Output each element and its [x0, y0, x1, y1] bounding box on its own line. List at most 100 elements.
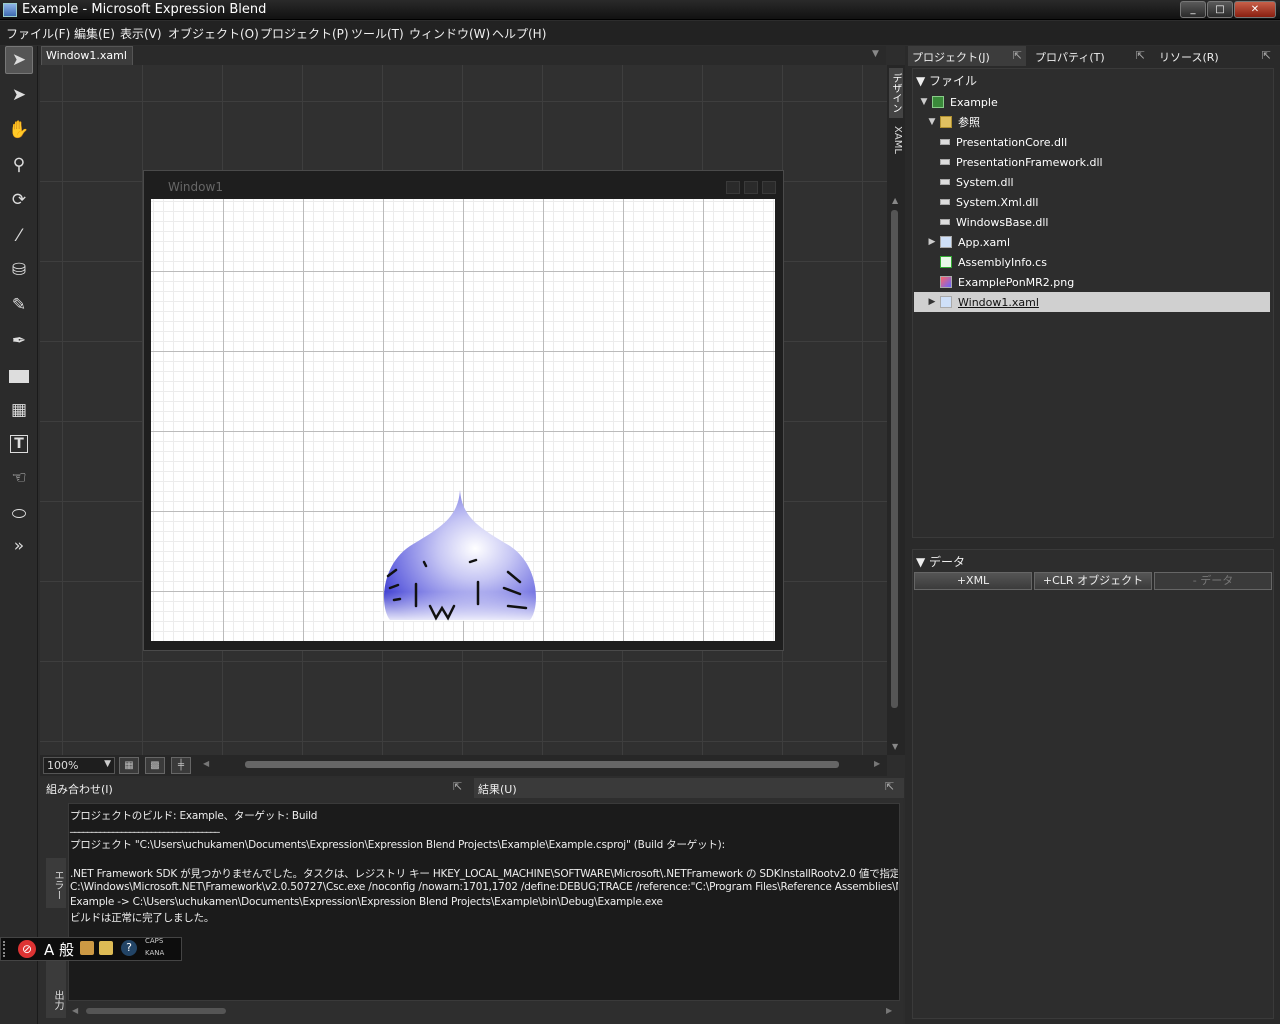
ime-mode-icon[interactable]: ⊘ [18, 940, 36, 958]
tab-output[interactable]: 出力 [46, 960, 66, 1018]
popout-icon[interactable]: ⇱ [1262, 49, 1271, 62]
menu-tools[interactable]: ツール(T) [351, 25, 404, 42]
asset-library-icon[interactable]: » [5, 532, 33, 560]
image-file-icon [940, 276, 952, 288]
minimize-button[interactable]: _ [1180, 1, 1206, 18]
pan-tool-icon[interactable]: ✋ [5, 116, 33, 144]
selection-tool-icon[interactable]: ➤ [5, 46, 33, 74]
tree-item-file[interactable]: System.Xml.dll [914, 192, 1270, 212]
popout-icon[interactable]: ⇱ [1136, 49, 1145, 62]
output-line: プロジェクト "C:\Users\uchukamen\Documents\Exp… [70, 839, 725, 851]
expand-icon[interactable]: ▶ [926, 297, 938, 307]
output-hscrollbar[interactable] [86, 1008, 226, 1014]
tab-window1-xaml[interactable]: Window1.xaml × [41, 46, 133, 75]
output-line: ビルドは正常に完了しました。 [70, 912, 215, 924]
tree-item-label: App.xaml [958, 235, 1011, 249]
camera-orbit-icon[interactable]: ⟳ [5, 186, 33, 214]
tab-errors[interactable]: エラー [46, 858, 66, 908]
kana-indicator: KANA [145, 949, 165, 957]
project-icon [932, 96, 944, 108]
direct-selection-tool-icon[interactable]: ➤ [5, 81, 33, 109]
tab-properties[interactable]: プロパティ(T) ⇱ [1031, 46, 1149, 66]
dll-icon [940, 159, 950, 165]
close-button[interactable]: ✕ [1234, 1, 1276, 18]
output-line: Example -> C:\Users\uchukamen\Documents\… [70, 896, 663, 908]
tools-icon[interactable] [99, 941, 113, 955]
tree-item-label: WindowsBase.dll [956, 215, 1049, 229]
show-grid-icon[interactable]: ▦ [119, 757, 139, 774]
snap-to-grid-icon[interactable]: ▩ [145, 757, 165, 774]
popout-icon[interactable]: ⇱ [885, 780, 894, 793]
add-clr-object-button[interactable]: +CLR オブジェクト [1034, 572, 1152, 590]
results-panel-title[interactable]: 結果(U) [478, 781, 517, 797]
files-header[interactable]: ▼ ファイル [916, 72, 977, 89]
vertical-scrollbar[interactable] [891, 210, 898, 708]
asset-tool-icon[interactable]: ⬭ [5, 500, 33, 528]
design-close-icon [762, 181, 776, 194]
design-minimize-icon [726, 181, 740, 194]
window-title: Example - Microsoft Expression Blend [22, 2, 267, 17]
add-xml-button[interactable]: +XML [914, 572, 1032, 590]
scroll-down-icon[interactable]: ▼ [892, 742, 898, 751]
popout-icon[interactable]: ⇱ [453, 780, 462, 793]
collapse-icon[interactable]: ▼ [918, 97, 930, 107]
snap-to-lines-icon[interactable]: ╪ [171, 757, 191, 774]
tree-item-label: Example [950, 95, 998, 109]
tab-project[interactable]: プロジェクト(J) ⇱ [908, 46, 1026, 66]
scroll-right-icon[interactable]: ▶ [886, 1006, 892, 1015]
tree-item-label: PresentationFramework.dll [956, 155, 1103, 169]
drag-handle[interactable] [3, 941, 9, 957]
menu-help[interactable]: ヘルプ(H) [492, 25, 546, 42]
eyedropper-tool-icon[interactable]: ⁄ [5, 222, 33, 250]
remove-data-button[interactable]: - データ [1154, 572, 1272, 590]
tree-item-file[interactable]: System.dll [914, 172, 1270, 192]
collapse-icon[interactable]: ▼ [926, 117, 938, 127]
menu-project[interactable]: プロジェクト(P) [260, 25, 349, 42]
tree-item-project[interactable]: ▼ Example [914, 92, 1270, 112]
tree-item-file[interactable]: ExamplePonMR2.png [914, 272, 1270, 292]
tab-dropdown-icon[interactable]: ▼ [872, 49, 879, 59]
horizontal-scrollbar[interactable] [245, 761, 839, 768]
tab-errors-label: エラー [52, 870, 63, 900]
tree-item-selected[interactable]: ▶ Window1.xaml [914, 292, 1270, 312]
scroll-up-icon[interactable]: ▲ [892, 196, 898, 205]
scroll-left-icon[interactable]: ◀ [72, 1006, 78, 1015]
tab-design[interactable]: デザイン [889, 68, 903, 118]
button-tool-icon[interactable]: ☜ [5, 464, 33, 492]
dictionary-icon[interactable] [80, 941, 94, 955]
paint-bucket-icon[interactable]: ⛁ [5, 256, 33, 284]
onion-character-image[interactable] [380, 488, 540, 621]
menu-object[interactable]: オブジェクト(O) [168, 25, 259, 42]
popout-icon[interactable]: ⇱ [1013, 49, 1022, 62]
tree-item-file[interactable]: PresentationFramework.dll [914, 152, 1270, 172]
tab-label: Window1.xaml [46, 49, 127, 62]
interaction-panel-title[interactable]: 組み合わせ(I) [46, 781, 113, 797]
menu-edit[interactable]: 編集(E) [74, 25, 115, 42]
data-header[interactable]: ▼ データ [916, 553, 965, 570]
tab-resources[interactable]: リソース(R) ⇱ [1155, 46, 1275, 66]
zoom-tool-icon[interactable]: ⚲ [5, 151, 33, 179]
rectangle-tool-icon[interactable] [5, 362, 33, 390]
zoom-select[interactable]: 100% ▼ [43, 757, 115, 774]
tab-xaml[interactable]: XAML [889, 122, 903, 158]
tree-item-file[interactable]: PresentationCore.dll [914, 132, 1270, 152]
tree-item-file[interactable]: AssemblyInfo.cs [914, 252, 1270, 272]
menu-file[interactable]: ファイル(F) [6, 25, 70, 42]
menu-window[interactable]: ウィンドウ(W) [409, 25, 490, 42]
text-tool-icon[interactable]: T [5, 430, 33, 458]
help-icon[interactable]: ? [121, 940, 137, 956]
scroll-left-icon[interactable]: ◀ [203, 759, 209, 768]
input-mode-label[interactable]: A 般 [44, 939, 74, 960]
pen-tool-icon[interactable]: ✒ [5, 327, 33, 355]
dll-icon [940, 179, 950, 185]
tree-item-file[interactable]: ▶ App.xaml [914, 232, 1270, 252]
expand-icon[interactable]: ▶ [926, 237, 938, 247]
maximize-button[interactable]: □ [1207, 1, 1233, 18]
brush-transform-icon[interactable]: ✎ [5, 291, 33, 319]
grid-tool-icon[interactable]: ▦ [5, 396, 33, 424]
scroll-right-icon[interactable]: ▶ [874, 759, 880, 768]
tree-item-references[interactable]: ▼ 参照 [914, 112, 1270, 132]
menu-view[interactable]: 表示(V) [120, 25, 162, 42]
window-title-design: Window1 [168, 180, 223, 194]
tree-item-file[interactable]: WindowsBase.dll [914, 212, 1270, 232]
